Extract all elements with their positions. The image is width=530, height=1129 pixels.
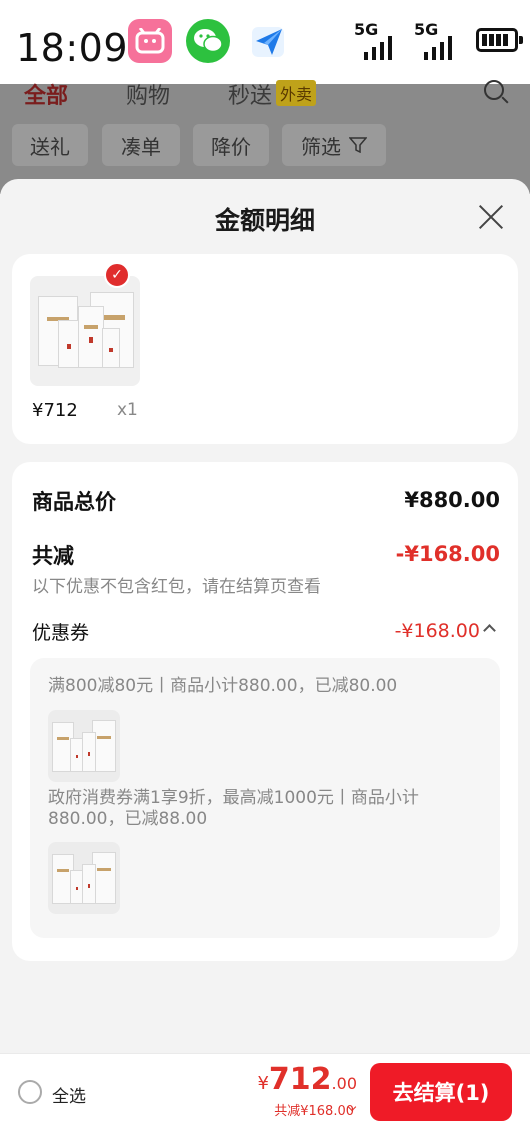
select-all-label[interactable]: 全选 — [52, 1082, 86, 1107]
total-decimal: .00 — [331, 1074, 357, 1093]
total-label: 商品总价 — [32, 490, 116, 514]
coupon-line-2: 政府消费券满1享9折，最高减1000元丨商品小计880.00，已减88.00 — [48, 788, 419, 829]
background-tabs: 全部 购物 秒送 外卖 — [0, 80, 530, 124]
total-price: ¥712.00 — [257, 1062, 357, 1097]
checkout-button[interactable]: 去结算(1) — [370, 1063, 512, 1121]
coupon-label: 优惠券 — [32, 622, 90, 644]
chip-filter[interactable]: 筛选 — [282, 124, 386, 166]
tab-all[interactable]: 全部 — [24, 78, 68, 110]
sheet-title: 金额明细 — [214, 206, 315, 235]
coupon-line-1: 满800减80元丨商品小计880.00，已减80.00 — [48, 676, 398, 696]
coupon-product-thumbnail-2 — [48, 842, 120, 914]
tab-instant-label: 秒送 — [228, 84, 273, 109]
checkout-bar: 全选 ¥712.00 共减¥168.00 去结算(1) — [0, 1053, 530, 1129]
select-all-radio[interactable] — [18, 1080, 42, 1104]
background-page: 全部 购物 秒送 外卖 送礼 凑单 降价 筛选 — [0, 80, 530, 194]
search-icon[interactable] — [484, 80, 504, 100]
chip-bundle[interactable]: 凑单 — [102, 124, 180, 166]
price-summary-card: 商品总价 ¥880.00 共减 -¥168.00 以下优惠不包含红包，请在结算页… — [12, 462, 518, 961]
close-icon[interactable] — [476, 201, 506, 231]
product-thumbnail[interactable] — [30, 276, 140, 386]
reduction-label: 共减 — [32, 544, 74, 568]
takeout-badge: 外卖 — [276, 80, 317, 106]
signal-icon-2: 5G — [414, 20, 462, 62]
status-bar: 18:09 5G 5G — [0, 0, 530, 84]
chevron-up-icon[interactable] — [483, 624, 496, 637]
send-icon — [246, 19, 290, 63]
battery-icon — [476, 28, 523, 52]
saved-amount[interactable]: 共减¥168.00 — [274, 1100, 354, 1119]
tab-shopping[interactable]: 购物 — [126, 78, 170, 110]
total-value: ¥880.00 — [404, 488, 500, 512]
signal-icon-1: 5G — [354, 20, 402, 62]
filter-icon — [349, 137, 367, 153]
chip-filter-label: 筛选 — [301, 134, 341, 159]
reduction-value: -¥168.00 — [395, 542, 500, 566]
status-time: 18:09 — [16, 26, 129, 70]
item-quantity: x1 — [117, 400, 138, 420]
coupon-detail-box: 满800减80元丨商品小计880.00，已减80.00 政府消费券满1享9折，最… — [30, 658, 500, 938]
tab-instant[interactable]: 秒送 外卖 — [228, 78, 317, 110]
amount-detail-sheet: 金额明细 ✓ ¥712 x1 商品总价 ¥880.00 共减 -¥168.00 … — [0, 179, 530, 1129]
wechat-icon — [186, 19, 230, 63]
coupon-value[interactable]: -¥168.00 — [395, 620, 480, 642]
item-price: ¥712 — [32, 400, 78, 421]
bilibili-icon — [128, 19, 172, 63]
item-card: ✓ ¥712 x1 — [12, 254, 518, 444]
chip-price-drop[interactable]: 降价 — [193, 124, 269, 166]
total-integer: 712 — [268, 1062, 332, 1097]
selected-check-icon[interactable]: ✓ — [104, 262, 130, 288]
discount-note: 以下优惠不包含红包，请在结算页查看 — [32, 577, 321, 597]
total-currency: ¥ — [257, 1073, 269, 1094]
coupon-product-thumbnail-1 — [48, 710, 120, 782]
chip-gift[interactable]: 送礼 — [12, 124, 88, 166]
